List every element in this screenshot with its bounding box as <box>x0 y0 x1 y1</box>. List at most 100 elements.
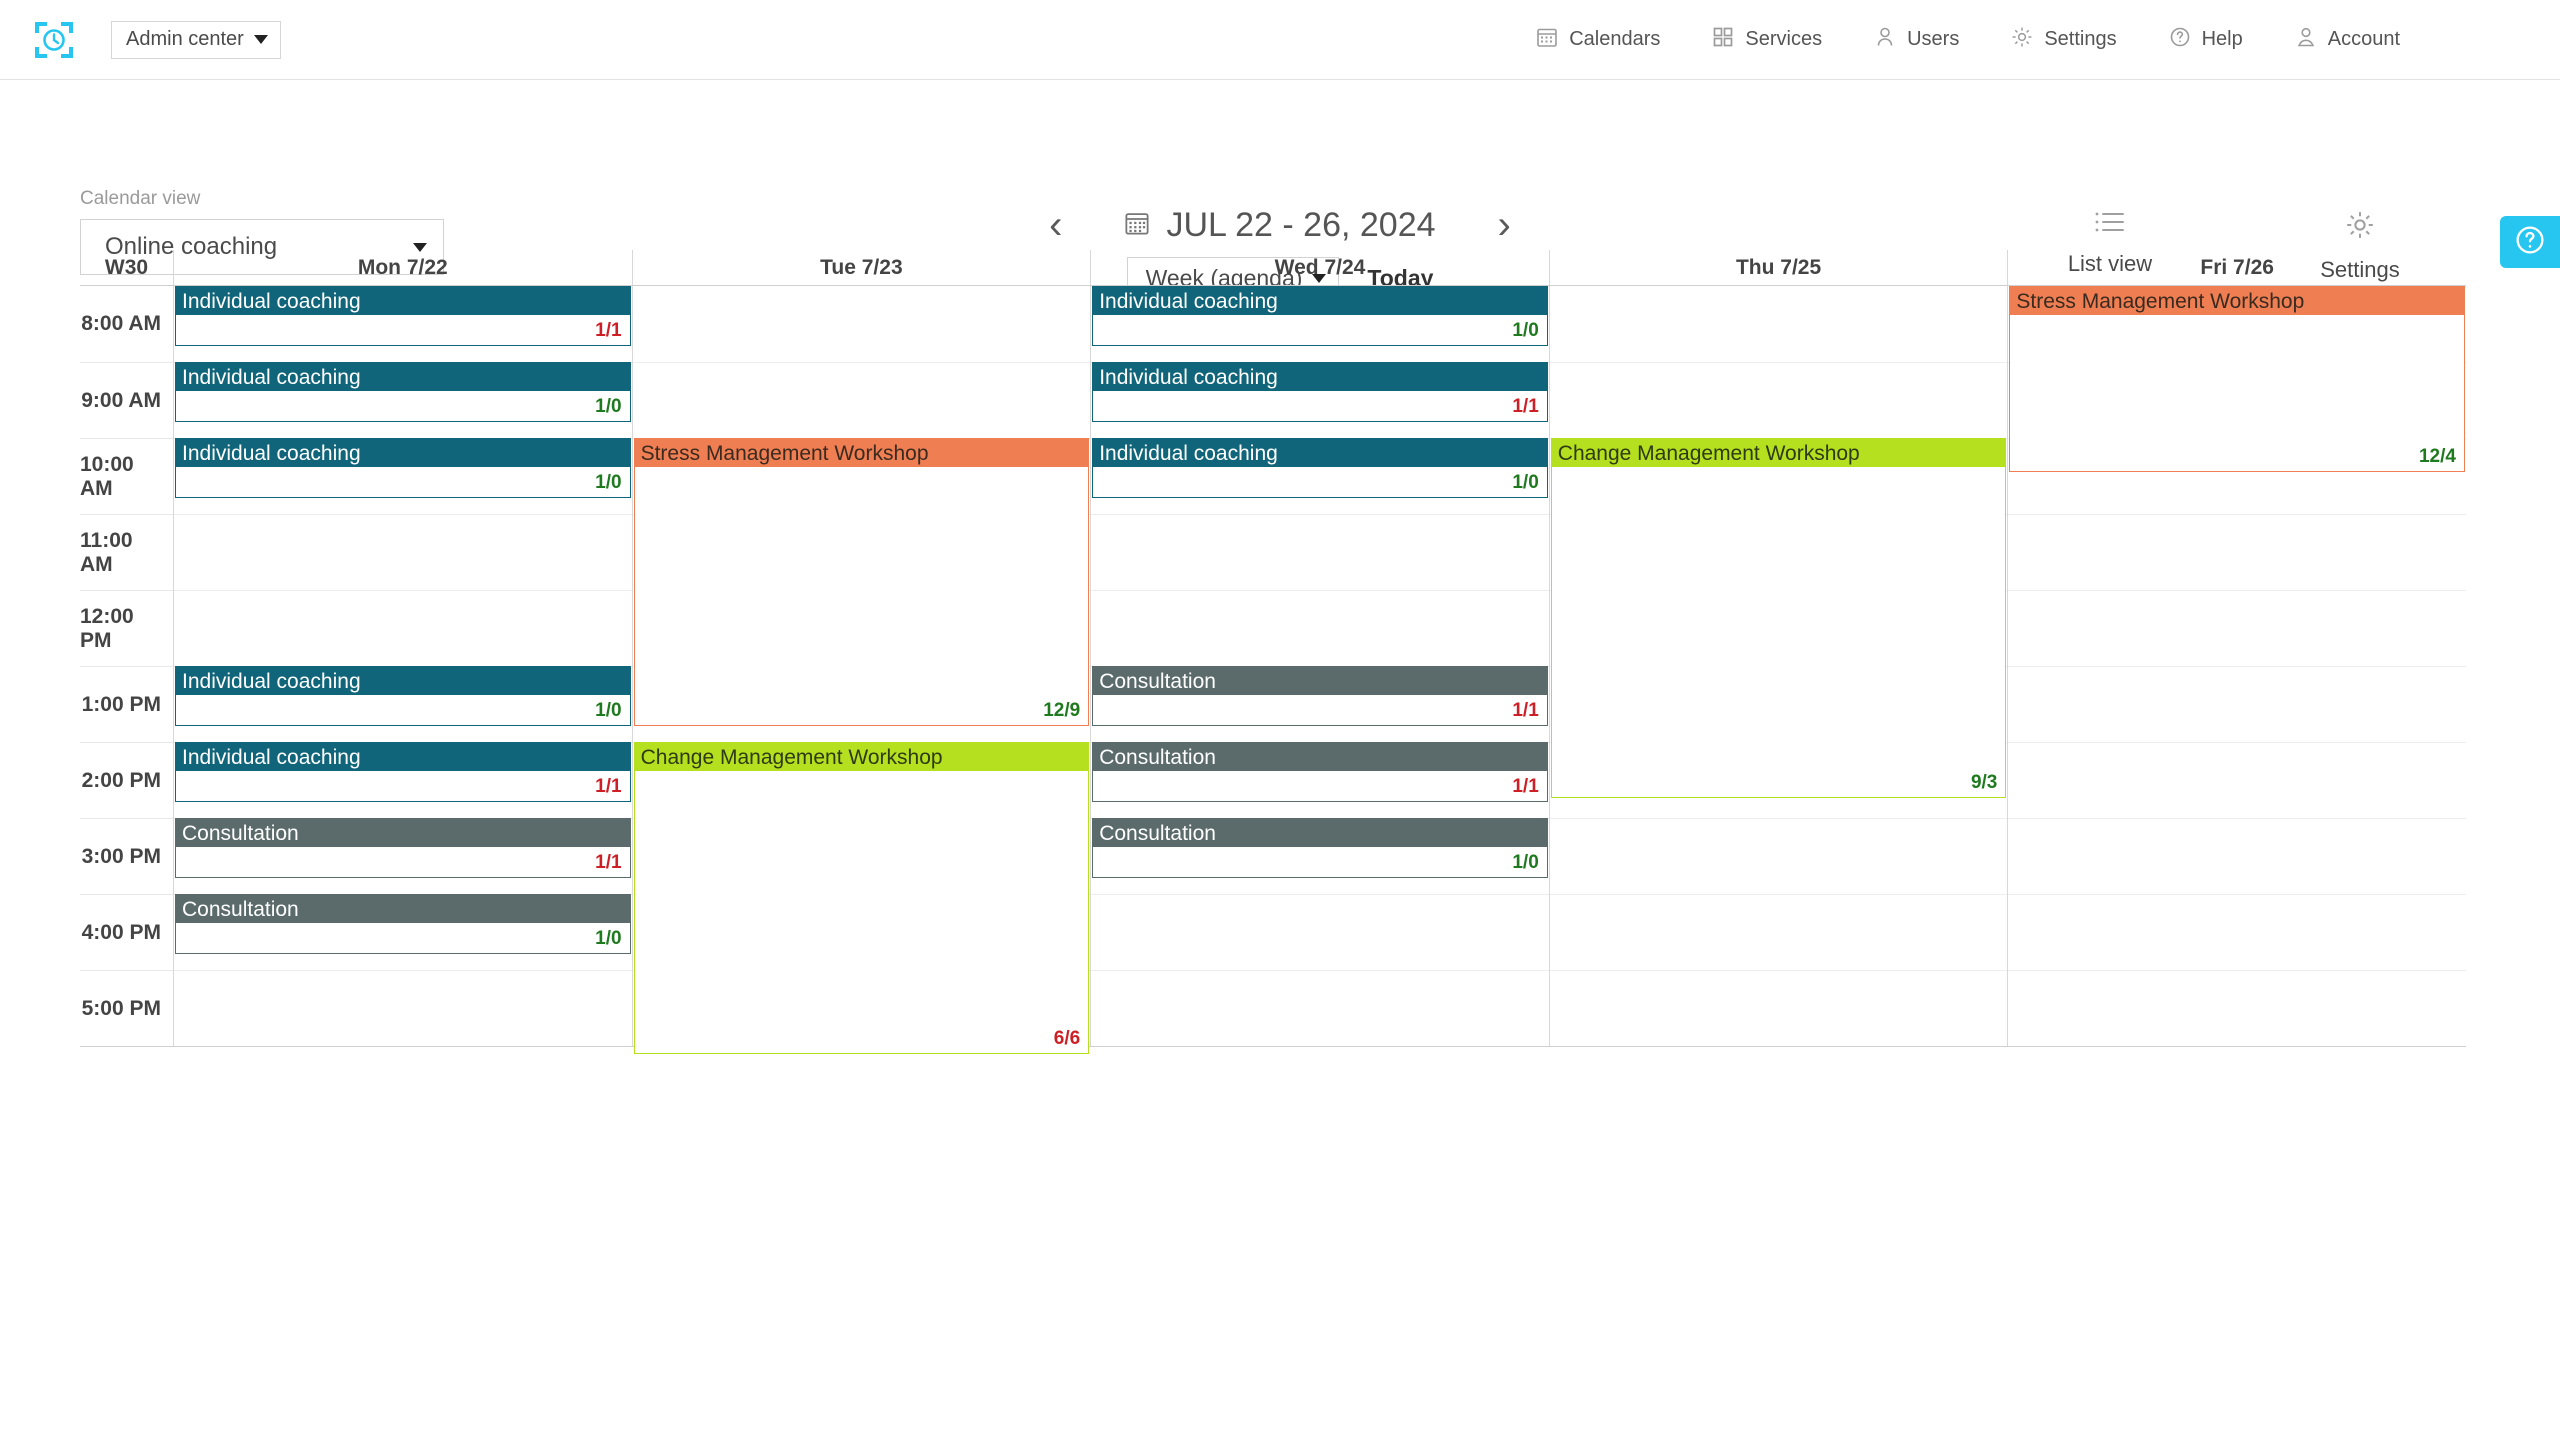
time-cell[interactable] <box>2008 818 2466 894</box>
calendar-event[interactable]: Consultation 1/1 <box>1092 742 1548 802</box>
event-capacity-badge: 12/9 <box>1043 700 1081 721</box>
question-circle-icon <box>2513 223 2547 262</box>
time-cell[interactable] <box>2008 590 2466 666</box>
time-slot-label: 5:00 PM <box>80 970 173 1046</box>
event-title: Consultation <box>176 819 630 847</box>
event-capacity-badge: 9/3 <box>1970 772 1998 793</box>
calendar-event[interactable]: Individual coaching 1/0 <box>1092 286 1548 346</box>
top-bar: Admin center Calendars Services Users Se… <box>0 0 2560 80</box>
org-selector[interactable]: Admin center <box>111 20 281 59</box>
grid-squares-icon <box>1712 26 1734 54</box>
calendar-event[interactable]: Individual coaching 1/1 <box>1092 362 1548 422</box>
calendar-event[interactable]: Individual coaching 1/0 <box>175 666 631 726</box>
day-header-wed: Wed 7/24 <box>1090 250 1549 285</box>
calendar-event[interactable]: Consultation 1/0 <box>175 894 631 954</box>
calendar-event[interactable]: Stress Management Workshop 12/4 <box>2009 286 2465 472</box>
time-cell[interactable] <box>2008 970 2466 1046</box>
time-cell[interactable] <box>1549 970 2008 1046</box>
time-slot-label: 3:00 PM <box>80 818 173 894</box>
time-cell[interactable] <box>174 970 632 1046</box>
calendar-event[interactable]: Consultation 1/1 <box>175 818 631 878</box>
time-cell[interactable] <box>174 514 632 590</box>
calendar-event[interactable]: Stress Management Workshop 12/9 <box>633 438 1090 726</box>
nav-item-services[interactable]: Services <box>1712 26 1822 54</box>
nav-item-users[interactable]: Users <box>1874 26 1959 54</box>
time-cell[interactable] <box>2008 742 2466 818</box>
nav-item-help[interactable]: Help <box>2169 26 2243 54</box>
day-column-wed[interactable]: Individual coaching 1/0 Individual coachin… <box>1090 286 1549 1046</box>
time-cell[interactable] <box>1549 818 2008 894</box>
time-cell[interactable] <box>1550 286 2008 362</box>
time-slot-label: 10:00 AM <box>80 438 173 514</box>
event-title: Individual coaching <box>176 363 630 391</box>
gear-icon <box>2345 210 2375 245</box>
previous-week-button[interactable]: ‹ <box>1043 205 1068 245</box>
calendar-body: 8:00 AM 9:00 AM 10:00 AM 11:00 AM 12:00 PM 1:… <box>80 286 2466 1054</box>
event-capacity-badge: 1/0 <box>1512 320 1539 341</box>
calendar-icon <box>1124 206 1150 245</box>
event-capacity-badge: 1/0 <box>595 928 622 949</box>
time-cell[interactable] <box>1091 590 1549 666</box>
user-icon <box>1874 26 1896 54</box>
event-title: Individual coaching <box>176 743 630 771</box>
day-column-thu[interactable]: Change Management Workshop 9/3 <box>1548 286 2008 1046</box>
time-slot-label: 4:00 PM <box>80 894 173 970</box>
time-cell[interactable] <box>2008 894 2466 970</box>
event-title: Individual coaching <box>176 667 630 695</box>
help-floating-button[interactable] <box>2500 216 2560 268</box>
time-slot-label: 1:00 PM <box>80 666 173 742</box>
day-column-mon[interactable]: Individual coaching 1/1 Individual coachin… <box>173 286 632 1046</box>
calendar-event[interactable]: Individual coaching 1/0 <box>175 438 631 498</box>
time-cell[interactable] <box>174 590 632 666</box>
time-cell[interactable] <box>1091 514 1549 590</box>
nav-item-settings[interactable]: Settings <box>2011 26 2117 54</box>
time-cell[interactable] <box>2008 666 2466 742</box>
time-cell[interactable] <box>1091 894 1549 970</box>
time-slot-label: 11:00 AM <box>80 514 173 590</box>
event-capacity-badge: 1/1 <box>595 320 622 341</box>
day-header-mon: Mon 7/22 <box>173 250 632 285</box>
calendar-event[interactable]: Individual coaching 1/1 <box>175 286 631 346</box>
time-cell[interactable] <box>1549 362 2008 438</box>
list-icon <box>2094 210 2126 239</box>
calendar-event[interactable]: Consultation 1/1 <box>1092 666 1548 726</box>
event-title: Stress Management Workshop <box>634 439 1089 467</box>
calendar-header-row: W30 Mon 7/22 Tue 7/23 Wed 7/24 Thu 7/25 … <box>80 250 2466 286</box>
event-capacity-badge: 1/1 <box>1512 396 1539 417</box>
day-column-tue[interactable]: Stress Management Workshop 12/9 Change Man… <box>631 286 1091 1054</box>
nav-label-help: Help <box>2201 28 2243 50</box>
time-slot-label: 8:00 AM <box>81 312 161 335</box>
calendar-event[interactable]: Individual coaching 1/0 <box>1092 438 1548 498</box>
event-title: Individual coaching <box>1093 363 1547 391</box>
calendar-event[interactable]: Individual coaching 1/0 <box>175 362 631 422</box>
event-capacity-badge: 1/0 <box>1512 852 1539 873</box>
event-title: Consultation <box>176 895 630 923</box>
date-range-text: JUL 22 - 26, 2024 <box>1166 205 1436 244</box>
day-header-fri: Fri 7/26 <box>2007 250 2466 285</box>
time-cell[interactable] <box>1549 894 2008 970</box>
nav-item-calendars[interactable]: Calendars <box>1536 26 1660 54</box>
calendar-event[interactable]: Individual coaching 1/1 <box>175 742 631 802</box>
chevron-down-icon <box>253 35 268 44</box>
nav-item-account[interactable]: Account <box>2295 26 2400 54</box>
calendar-view-label: Calendar view <box>80 188 201 209</box>
event-title: Change Management Workshop <box>1551 439 2006 467</box>
calendar-event[interactable]: Change Management Workshop 9/3 <box>1550 438 2007 798</box>
time-cell[interactable] <box>632 362 1091 438</box>
calendar-icon <box>1536 26 1558 54</box>
calendar-event[interactable]: Consultation 1/0 <box>1092 818 1548 878</box>
day-column-fri[interactable]: Stress Management Workshop 12/4 <box>2007 286 2466 1046</box>
event-capacity-badge: 1/0 <box>595 472 622 493</box>
time-slot-label: 9:00 AM <box>80 362 173 438</box>
clock-bracket-logo-icon[interactable] <box>33 19 75 61</box>
page-title: JUL 22 - 26, 2024 <box>1124 205 1436 245</box>
week-number-label: W30 <box>104 255 149 279</box>
event-title: Individual coaching <box>176 439 630 467</box>
calendar-event[interactable]: Change Management Workshop 6/6 <box>633 742 1090 1054</box>
time-cell[interactable] <box>2008 514 2466 590</box>
next-week-button[interactable]: › <box>1492 205 1517 245</box>
event-title: Individual coaching <box>1093 287 1547 315</box>
time-cell[interactable] <box>633 286 1091 362</box>
time-cell[interactable] <box>1091 970 1549 1046</box>
org-selector-label: Admin center <box>126 28 244 50</box>
